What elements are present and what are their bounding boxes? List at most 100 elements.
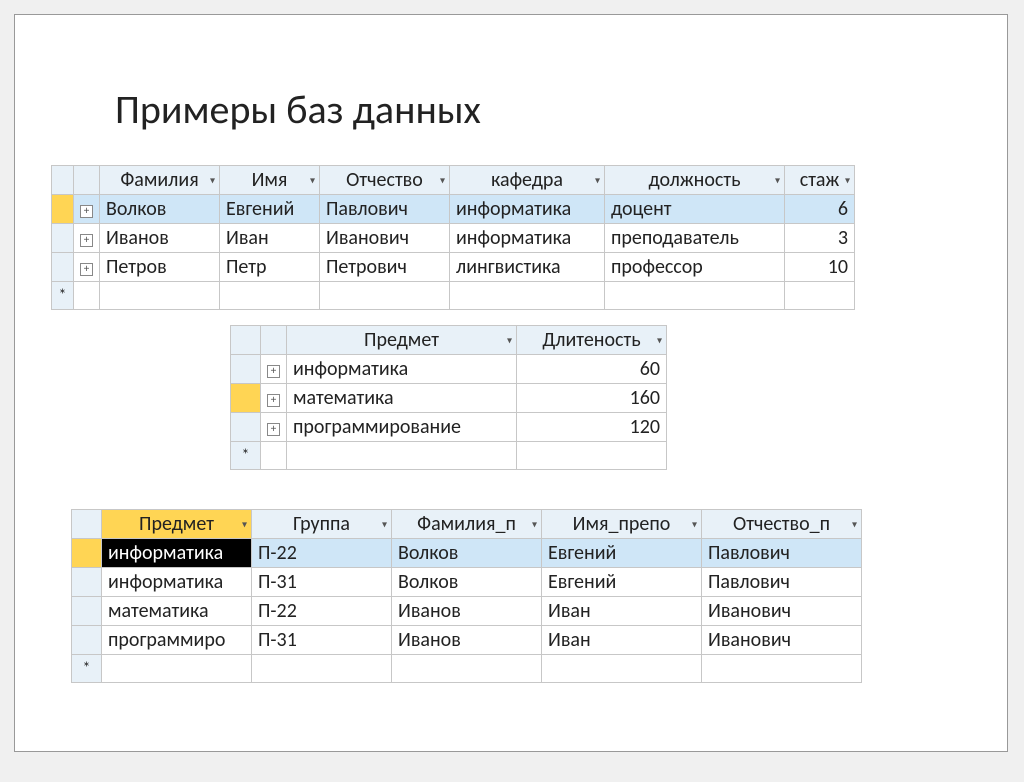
new-row[interactable]: * (52, 282, 855, 310)
cell[interactable]: информатика (287, 355, 517, 384)
table-row[interactable]: + Волков Евгений Павлович информатика до… (52, 195, 855, 224)
expand-button[interactable]: + (74, 224, 100, 253)
cell[interactable]: информатика (102, 568, 252, 597)
cell[interactable]: Иванов (392, 626, 542, 655)
sort-icon[interactable]: ▾ (692, 518, 697, 531)
new-row-icon[interactable]: * (231, 442, 261, 470)
row-selector[interactable] (231, 384, 261, 413)
sort-icon[interactable]: ▾ (440, 174, 445, 187)
col-header[interactable]: Фамилия▾ (100, 166, 220, 195)
col-header[interactable]: Отчество_п▾ (702, 510, 862, 539)
sort-icon[interactable]: ▾ (532, 518, 537, 531)
row-selector[interactable] (52, 195, 74, 224)
select-all-corner[interactable] (72, 510, 102, 539)
cell[interactable]: Евгений (542, 539, 702, 568)
cell[interactable]: Иван (542, 597, 702, 626)
sort-icon[interactable]: ▾ (382, 518, 387, 531)
table-row[interactable]: + информатика 60 (231, 355, 667, 384)
cell[interactable]: преподаватель (605, 224, 785, 253)
table-row[interactable]: программиро П-31 Иванов Иван Иванович (72, 626, 862, 655)
cell[interactable]: Иванов (100, 224, 220, 253)
cell[interactable]: Иван (220, 224, 320, 253)
cell[interactable]: Иванович (320, 224, 450, 253)
row-selector[interactable] (231, 413, 261, 442)
row-selector[interactable] (72, 597, 102, 626)
col-header[interactable]: кафедра▾ (450, 166, 605, 195)
cell[interactable]: 120 (517, 413, 667, 442)
select-all-corner[interactable] (231, 326, 261, 355)
cell[interactable]: Иванович (702, 597, 862, 626)
cell[interactable]: Евгений (542, 568, 702, 597)
cell[interactable]: Иван (542, 626, 702, 655)
row-selector[interactable] (72, 626, 102, 655)
col-header[interactable]: Имя▾ (220, 166, 320, 195)
cell[interactable]: П-31 (252, 568, 392, 597)
cell[interactable]: информатика (450, 195, 605, 224)
row-selector[interactable] (72, 568, 102, 597)
sort-icon[interactable]: ▾ (210, 174, 215, 187)
sort-icon[interactable]: ▾ (242, 518, 247, 531)
table-row[interactable]: информатика П-31 Волков Евгений Павлович (72, 568, 862, 597)
col-header[interactable]: Имя_препо▾ (542, 510, 702, 539)
cell[interactable]: Петр (220, 253, 320, 282)
cell[interactable]: 10 (785, 253, 855, 282)
cell[interactable]: лингвистика (450, 253, 605, 282)
cell[interactable]: Волков (100, 195, 220, 224)
col-header[interactable]: Длитеность▾ (517, 326, 667, 355)
table-row[interactable]: + Петров Петр Петрович лингвистика профе… (52, 253, 855, 282)
col-header[interactable]: стаж▾ (785, 166, 855, 195)
cell[interactable]: Петров (100, 253, 220, 282)
expand-button[interactable]: + (74, 195, 100, 224)
sort-icon[interactable]: ▾ (310, 174, 315, 187)
col-header[interactable]: Группа▾ (252, 510, 392, 539)
row-selector[interactable] (52, 253, 74, 282)
cell[interactable]: Иванович (702, 626, 862, 655)
table-row[interactable]: + программирование 120 (231, 413, 667, 442)
table-row[interactable]: математика П-22 Иванов Иван Иванович (72, 597, 862, 626)
cell[interactable]: программирование (287, 413, 517, 442)
cell[interactable]: Иванов (392, 597, 542, 626)
cell-selected[interactable]: информатика (102, 539, 252, 568)
new-row-icon[interactable]: * (52, 282, 74, 310)
cell[interactable]: П-22 (252, 539, 392, 568)
col-header[interactable]: должность▾ (605, 166, 785, 195)
col-header[interactable]: Предмет▾ (287, 326, 517, 355)
cell[interactable]: доцент (605, 195, 785, 224)
row-selector[interactable] (72, 539, 102, 568)
col-header[interactable]: Отчество▾ (320, 166, 450, 195)
sort-icon[interactable]: ▾ (657, 334, 662, 347)
new-row-icon[interactable]: * (72, 655, 102, 683)
cell[interactable]: Волков (392, 539, 542, 568)
cell[interactable]: П-22 (252, 597, 392, 626)
col-header[interactable]: Фамилия_п▾ (392, 510, 542, 539)
cell[interactable]: П-31 (252, 626, 392, 655)
sort-icon[interactable]: ▾ (845, 174, 850, 187)
cell[interactable]: Павлович (702, 568, 862, 597)
cell[interactable]: Павлович (702, 539, 862, 568)
cell[interactable]: 60 (517, 355, 667, 384)
table-row[interactable]: + Иванов Иван Иванович информатика препо… (52, 224, 855, 253)
expand-button[interactable]: + (74, 253, 100, 282)
cell[interactable]: математика (102, 597, 252, 626)
table-row[interactable]: информатика П-22 Волков Евгений Павлович (72, 539, 862, 568)
table-row[interactable]: + математика 160 (231, 384, 667, 413)
cell[interactable]: 160 (517, 384, 667, 413)
expand-button[interactable]: + (261, 384, 287, 413)
expand-button[interactable]: + (261, 355, 287, 384)
cell[interactable]: профессор (605, 253, 785, 282)
expand-button[interactable]: + (261, 413, 287, 442)
cell[interactable]: Волков (392, 568, 542, 597)
new-row[interactable]: * (231, 442, 667, 470)
row-selector[interactable] (231, 355, 261, 384)
new-row[interactable]: * (72, 655, 862, 683)
sort-icon[interactable]: ▾ (852, 518, 857, 531)
col-header[interactable]: Предмет▾ (102, 510, 252, 539)
cell[interactable]: 3 (785, 224, 855, 253)
sort-icon[interactable]: ▾ (775, 174, 780, 187)
cell[interactable]: Евгений (220, 195, 320, 224)
sort-icon[interactable]: ▾ (507, 334, 512, 347)
select-all-corner[interactable] (52, 166, 74, 195)
cell[interactable]: 6 (785, 195, 855, 224)
cell[interactable]: программиро (102, 626, 252, 655)
sort-icon[interactable]: ▾ (595, 174, 600, 187)
